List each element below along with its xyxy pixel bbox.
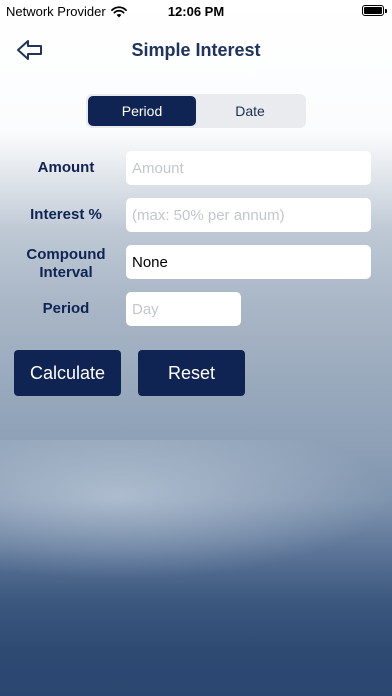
compound-label-line1: Compound (26, 246, 106, 263)
status-time: 12:06 PM (167, 4, 225, 19)
calculate-button[interactable]: Calculate (14, 350, 121, 396)
amount-placeholder: Amount (132, 159, 184, 177)
battery-icon (362, 5, 387, 16)
background-haze (0, 440, 392, 580)
status-bar: Network Provider 12:06 PM (0, 0, 392, 22)
interest-label: Interest % (30, 206, 102, 223)
period-placeholder: Day (132, 300, 159, 318)
segment-date[interactable]: Date (196, 96, 304, 126)
amount-input[interactable]: Amount (126, 151, 371, 185)
compound-label-line2: Interval (39, 264, 93, 281)
compound-interval-value: None (132, 253, 168, 271)
mode-segmented-control: Period Date (86, 94, 306, 128)
compound-interval-select[interactable]: None (126, 245, 371, 279)
period-input[interactable]: Day (126, 292, 241, 326)
period-label: Period (42, 300, 90, 317)
interest-placeholder: (max: 50% per annum) (132, 206, 285, 224)
page-title: Simple Interest (131, 40, 261, 60)
segment-period[interactable]: Period (88, 96, 196, 126)
compound-interval-label: Compound Interval (12, 246, 120, 282)
interest-input[interactable]: (max: 50% per annum) (126, 198, 371, 232)
amount-label: Amount (37, 159, 95, 176)
reset-button[interactable]: Reset (138, 350, 245, 396)
